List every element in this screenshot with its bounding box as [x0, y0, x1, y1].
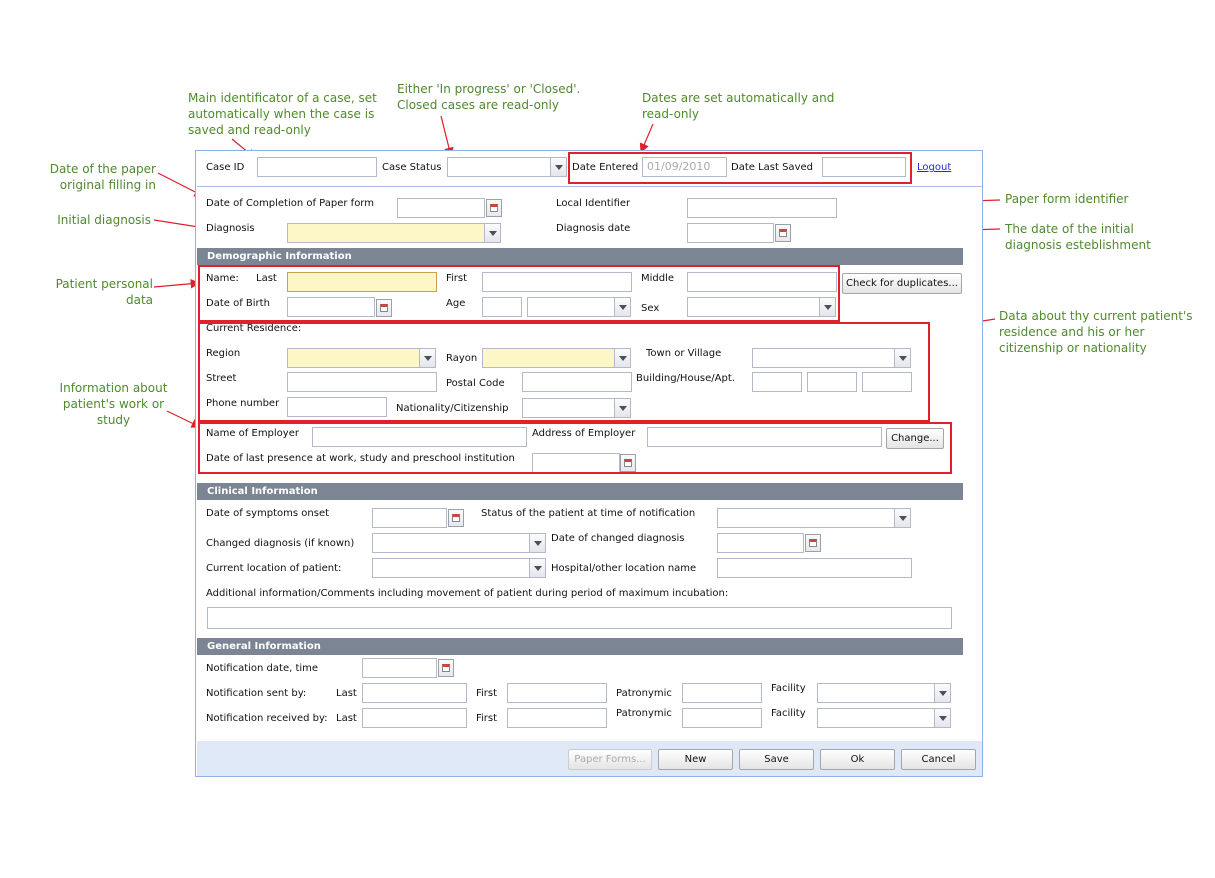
- received-by-first-label: First: [476, 713, 498, 724]
- date-completion-label: Date of Completion of Paper form: [206, 198, 374, 209]
- comments-field[interactable]: [207, 607, 952, 629]
- received-by-last-label: Last: [336, 713, 357, 724]
- received-by-label: Notification received by:: [206, 713, 328, 724]
- highlight-dates: [568, 152, 912, 184]
- highlight-work: [198, 422, 952, 474]
- date-completion-calendar-icon[interactable]: [486, 199, 502, 217]
- notification-date-calendar-icon[interactable]: [438, 659, 454, 677]
- date-completion-field[interactable]: [397, 198, 485, 218]
- received-by-facility-dropdown-icon[interactable]: [934, 708, 951, 728]
- header-divider: [197, 186, 982, 187]
- received-by-facility-select[interactable]: [817, 708, 935, 728]
- arrow-patient-personal: [153, 278, 201, 289]
- diagnosis-date-field[interactable]: [687, 223, 774, 243]
- changed-diagnosis-date-label: Date of changed diagnosis: [551, 533, 685, 544]
- logout-link[interactable]: Logout: [917, 162, 951, 173]
- local-identifier-field[interactable]: [687, 198, 837, 218]
- changed-diagnosis-date-calendar-icon[interactable]: [805, 534, 821, 552]
- sent-by-facility-select[interactable]: [817, 683, 935, 703]
- case-id-field[interactable]: [257, 157, 377, 177]
- changed-diagnosis-date-field[interactable]: [717, 533, 804, 553]
- clinical-section-header: Clinical Information: [197, 483, 963, 500]
- sent-by-first-label: First: [476, 688, 498, 699]
- current-location-dropdown-icon[interactable]: [529, 558, 546, 578]
- paper-forms-button[interactable]: Paper Forms...: [568, 749, 652, 770]
- sent-by-facility-label: Facility: [771, 683, 806, 694]
- diagnosis-select[interactable]: [287, 223, 485, 243]
- check-duplicates-button[interactable]: Check for duplicates...: [842, 273, 962, 294]
- new-button[interactable]: New: [658, 749, 733, 770]
- cancel-button[interactable]: Cancel: [901, 749, 976, 770]
- highlight-patient-personal: [198, 265, 840, 322]
- diagnosis-date-calendar-icon[interactable]: [775, 224, 791, 242]
- save-button[interactable]: Save: [739, 749, 814, 770]
- symptoms-onset-label: Date of symptoms onset: [206, 508, 330, 519]
- received-by-facility-label: Facility: [771, 708, 806, 719]
- patient-status-select[interactable]: [717, 508, 895, 528]
- hospital-field[interactable]: [717, 558, 912, 578]
- received-by-first-field[interactable]: [507, 708, 607, 728]
- highlight-residence: [198, 322, 930, 422]
- changed-diagnosis-dropdown-icon[interactable]: [529, 533, 546, 553]
- comments-label: Additional information/Comments includin…: [206, 588, 729, 599]
- changed-diagnosis-label: Changed diagnosis (if known): [206, 538, 355, 549]
- sent-by-last-field[interactable]: [362, 683, 467, 703]
- sent-by-patronymic-label: Patronymic: [616, 688, 672, 699]
- case-id-label: Case ID: [206, 162, 245, 173]
- sent-by-patronymic-field[interactable]: [682, 683, 762, 703]
- symptoms-onset-field[interactable]: [372, 508, 447, 528]
- arrow-dates: [639, 123, 654, 154]
- symptoms-onset-calendar-icon[interactable]: [448, 509, 464, 527]
- hospital-label: Hospital/other location name: [551, 563, 697, 574]
- current-location-select[interactable]: [372, 558, 530, 578]
- general-section-header: General Information: [197, 638, 963, 655]
- diagnosis-date-label: Diagnosis date: [556, 223, 631, 234]
- diagnosis-label: Diagnosis: [206, 223, 255, 234]
- local-identifier-label: Local Identifier: [556, 198, 631, 209]
- received-by-patronymic-label: Patronymic: [616, 708, 672, 719]
- received-by-last-field[interactable]: [362, 708, 467, 728]
- current-location-label: Current location of patient:: [206, 563, 342, 574]
- changed-diagnosis-select[interactable]: [372, 533, 530, 553]
- ok-button[interactable]: Ok: [820, 749, 895, 770]
- sent-by-last-label: Last: [336, 688, 357, 699]
- diagnosis-dropdown-icon[interactable]: [484, 223, 501, 243]
- notification-date-label: Notification date, time: [206, 663, 319, 674]
- case-status-label: Case Status: [382, 162, 442, 173]
- case-status-select[interactable]: [447, 157, 551, 177]
- case-status-dropdown-icon[interactable]: [550, 157, 567, 177]
- sent-by-facility-dropdown-icon[interactable]: [934, 683, 951, 703]
- notification-date-field[interactable]: [362, 658, 437, 678]
- sent-by-label: Notification sent by:: [206, 688, 307, 699]
- sent-by-first-field[interactable]: [507, 683, 607, 703]
- demographic-section-header: Demographic Information: [197, 248, 963, 265]
- patient-status-label: Status of the patient at time of notific…: [481, 508, 696, 519]
- patient-status-dropdown-icon[interactable]: [894, 508, 911, 528]
- received-by-patronymic-field[interactable]: [682, 708, 762, 728]
